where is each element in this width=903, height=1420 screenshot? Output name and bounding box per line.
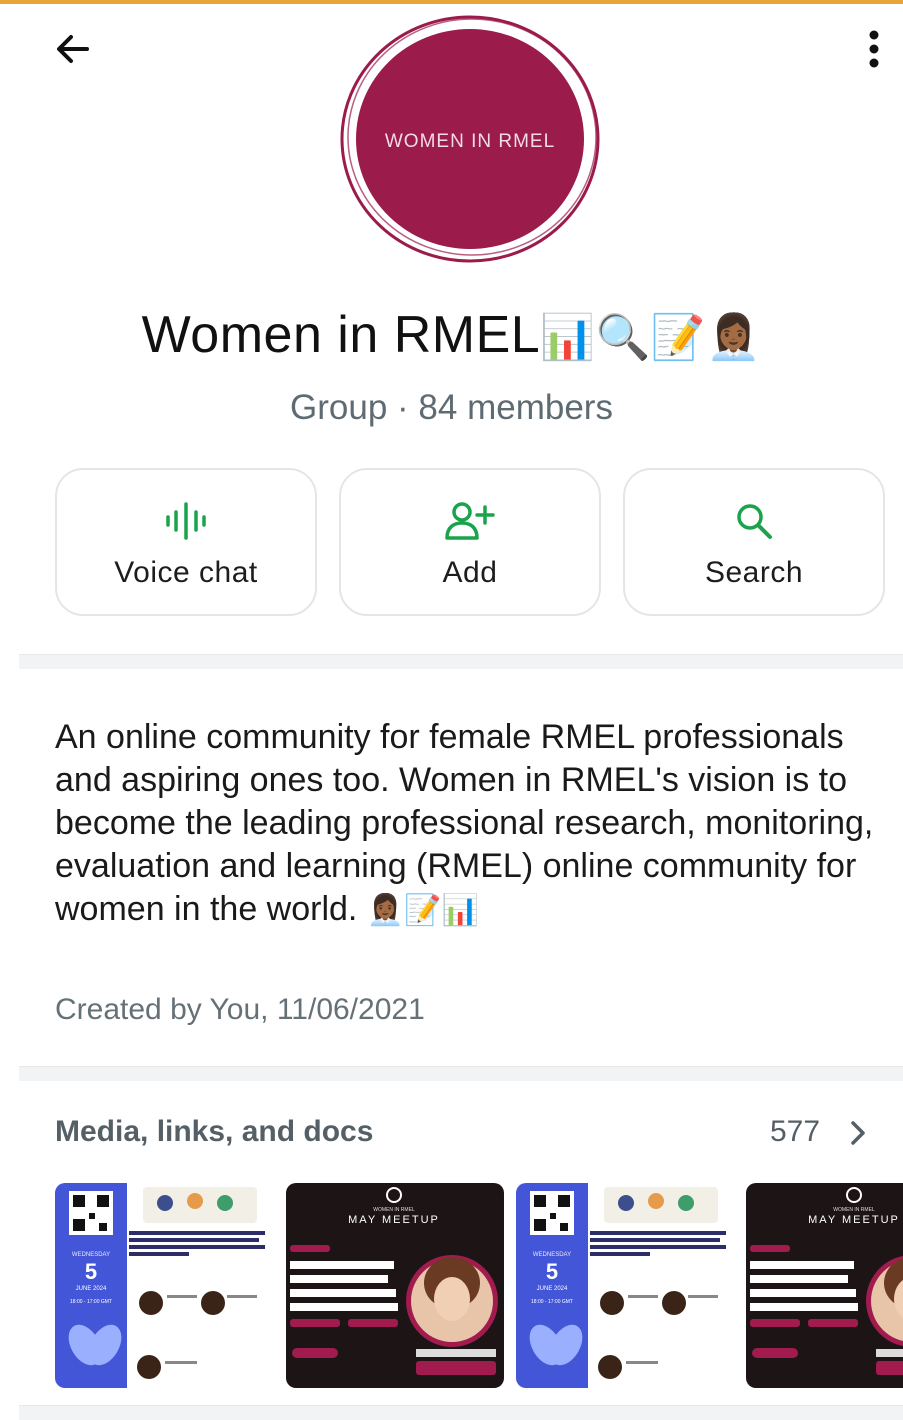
created-info: Created by You, 11/06/2021 bbox=[55, 993, 425, 1026]
media-thumbnail[interactable]: WOMEN IN RMEL MAY MEETUP bbox=[746, 1183, 903, 1388]
add-person-icon bbox=[445, 502, 495, 540]
group-name[interactable]: Women in RMEL📊🔍📝👩🏾‍💼 bbox=[0, 305, 903, 365]
media-section-title[interactable]: Media, links, and docs bbox=[55, 1115, 373, 1149]
group-description[interactable]: An online community for female RMEL prof… bbox=[55, 716, 875, 932]
poster-day-name: WEDNESDAY bbox=[533, 1252, 571, 1258]
media-thumbnail[interactable]: WOMEN IN RMEL MAY MEETUP bbox=[286, 1183, 504, 1388]
group-meta: Group · 84 members bbox=[290, 388, 613, 427]
avatar-text: WOMEN IN RMEL bbox=[385, 131, 555, 152]
group-avatar[interactable]: WOMEN IN RMEL bbox=[338, 13, 602, 265]
poster-day-name: WEDNESDAY bbox=[72, 1252, 110, 1258]
back-button[interactable] bbox=[50, 26, 96, 72]
group-name-text: Women in RMEL bbox=[141, 306, 541, 364]
poster-day: 5 bbox=[546, 1259, 558, 1284]
more-options-button[interactable] bbox=[852, 26, 896, 72]
poster-brand: WOMEN IN RMEL bbox=[373, 1207, 415, 1213]
search-label: Search bbox=[704, 556, 804, 589]
poster-day: 5 bbox=[85, 1259, 97, 1284]
media-thumbnail[interactable]: WEDNESDAY 5 JUNE 2024 18:00 - 17:00 GMT bbox=[55, 1183, 273, 1388]
poster-time: 18:00 - 17:00 GMT bbox=[70, 1299, 112, 1305]
description-emoji: 👩🏾‍💼📝📊 bbox=[366, 893, 479, 928]
voice-chat-label: Voice chat bbox=[114, 556, 258, 589]
poster-heading: MAY MEETUP bbox=[808, 1214, 900, 1226]
chevron-right-icon bbox=[851, 1121, 865, 1145]
arrow-left-icon bbox=[57, 35, 89, 63]
poster-time: 18:00 - 17:00 GMT bbox=[531, 1299, 573, 1305]
media-open-button[interactable] bbox=[848, 1118, 868, 1153]
poster-month: JUNE 2024 bbox=[537, 1286, 568, 1292]
voice-chat-icon bbox=[166, 502, 206, 540]
voice-chat-button[interactable]: Voice chat bbox=[55, 468, 317, 616]
section-divider bbox=[19, 1405, 903, 1420]
add-member-button[interactable]: Add bbox=[339, 468, 601, 616]
add-label: Add bbox=[442, 556, 498, 589]
poster-month: JUNE 2024 bbox=[76, 1286, 107, 1292]
media-thumbnail[interactable]: WEDNESDAY 5 JUNE 2024 18:00 - 17:00 GMT bbox=[516, 1183, 734, 1388]
media-count[interactable]: 577 bbox=[770, 1115, 820, 1149]
group-name-emoji: 📊🔍📝👩🏾‍💼 bbox=[540, 312, 762, 363]
section-divider bbox=[19, 654, 903, 669]
search-button[interactable]: Search bbox=[623, 468, 885, 616]
poster-brand: WOMEN IN RMEL bbox=[833, 1207, 875, 1213]
status-bar-accent bbox=[0, 0, 903, 4]
more-vert-icon bbox=[869, 30, 879, 68]
section-divider bbox=[19, 1066, 903, 1081]
search-icon bbox=[737, 504, 772, 539]
poster-heading: MAY MEETUP bbox=[348, 1214, 440, 1226]
